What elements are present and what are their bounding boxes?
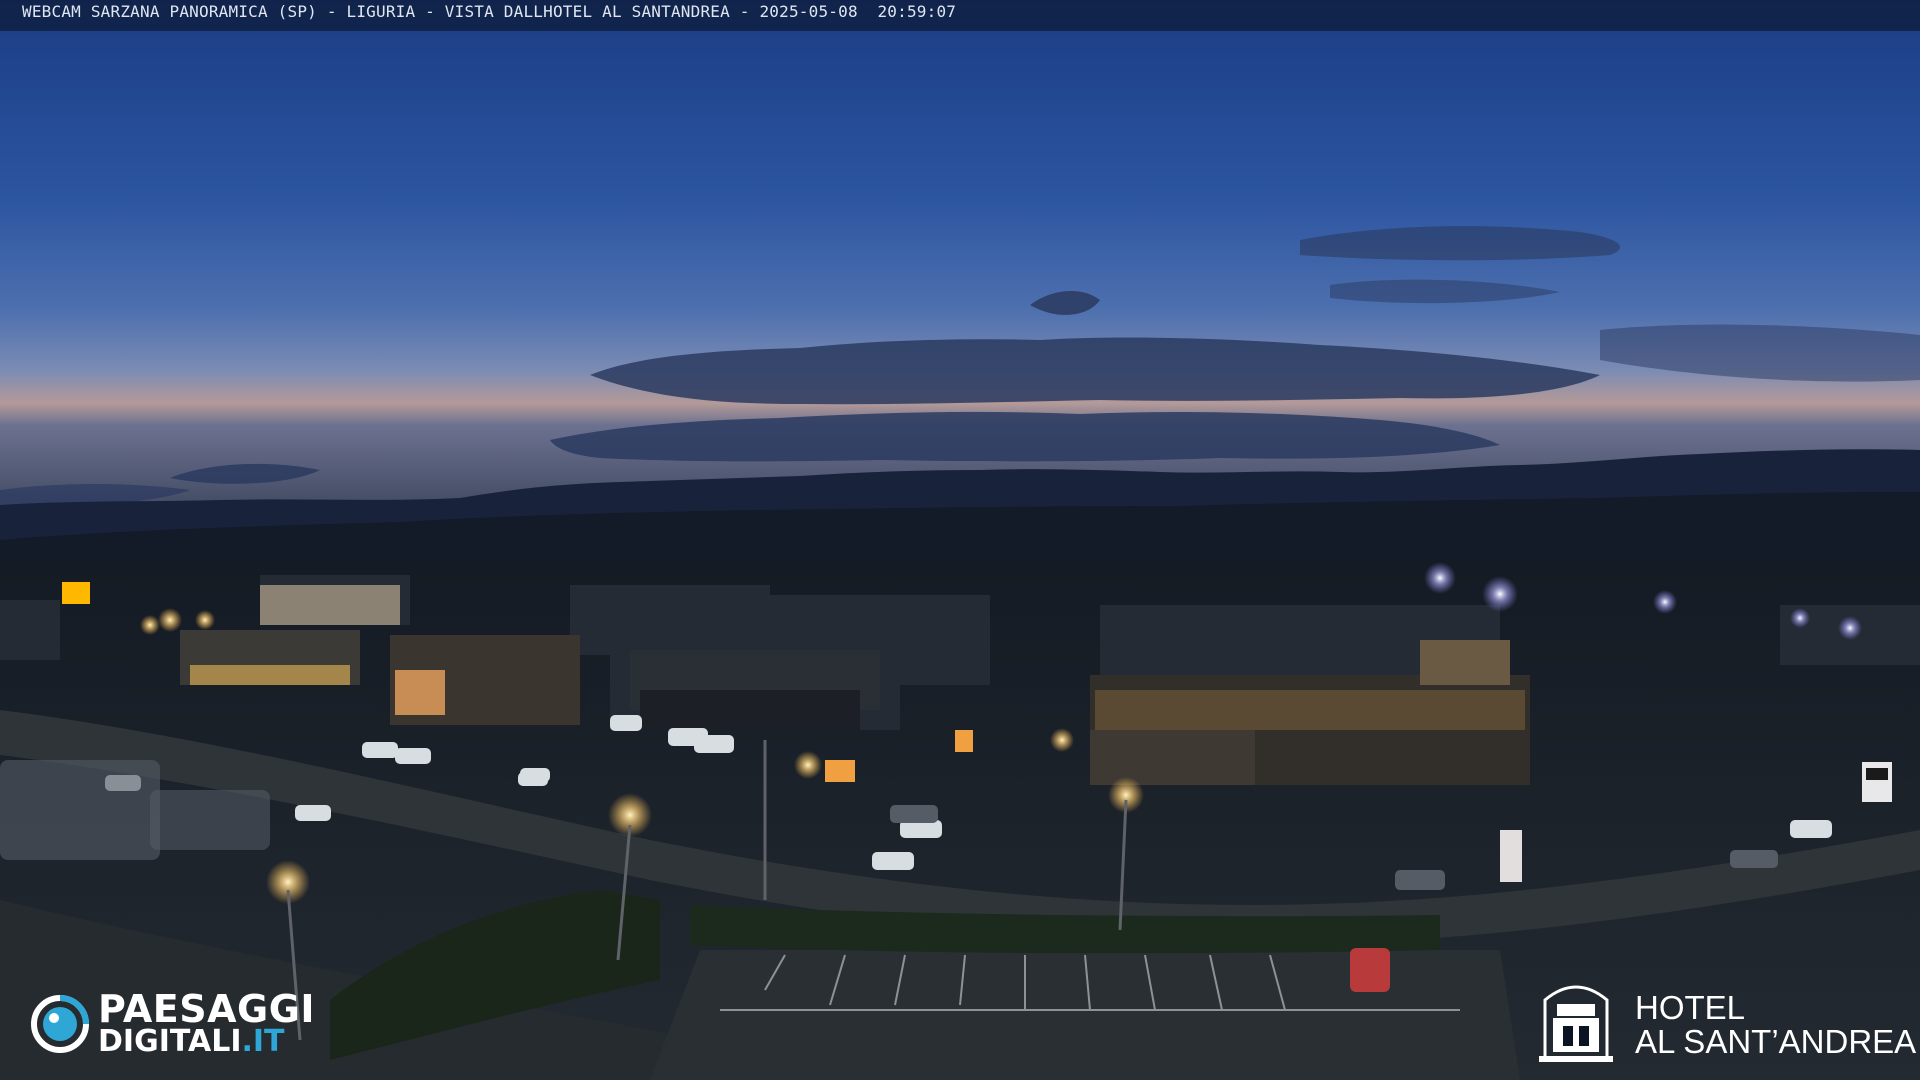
logo-text-digitali: DIGITALI.IT	[98, 1024, 285, 1060]
hotel-name-line2: AL SANT’ANDREA	[1635, 1023, 1917, 1060]
hotel-name-line1: HOTEL	[1635, 989, 1746, 1026]
webcam-image	[0, 0, 1920, 1080]
webcam-frame: WEBCAM SARZANA PANORAMICA (SP) - LIGURIA…	[0, 0, 1920, 1080]
paesaggi-digitali-logo: PAESAGGI DIGITALI.IT	[30, 987, 350, 1062]
webcam-caption: WEBCAM SARZANA PANORAMICA (SP) - LIGURIA…	[0, 0, 1920, 31]
logo-text-domain: .IT	[241, 1024, 285, 1059]
eye-icon	[31, 995, 89, 1053]
logo-text-digitali-main: DIGITALI	[98, 1024, 242, 1059]
hotel-logo: HOTEL AL SANT’ANDREA	[1535, 978, 1916, 1068]
hotel-emblem-icon	[1539, 985, 1613, 1062]
